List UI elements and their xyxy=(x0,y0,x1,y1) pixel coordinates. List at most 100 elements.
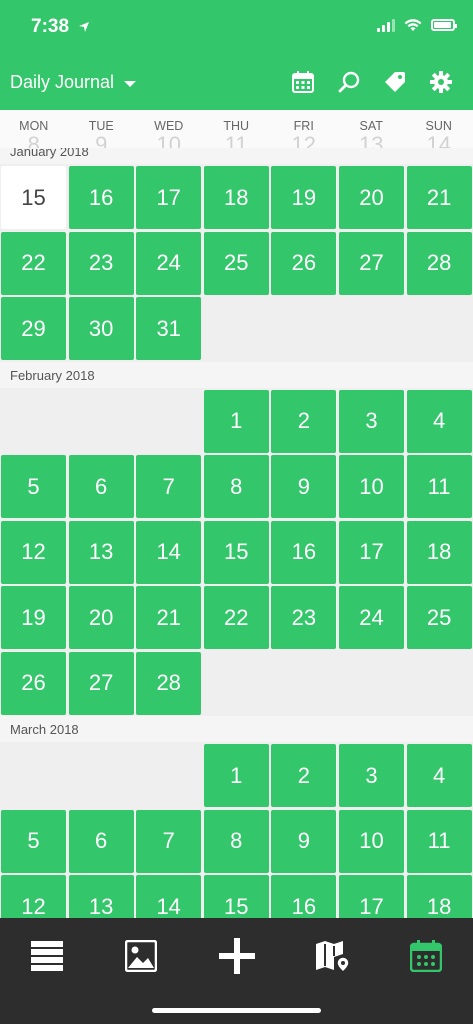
calendar-day[interactable]: 26 xyxy=(1,651,66,715)
calendar-day[interactable]: 11 xyxy=(406,809,472,873)
calendar-day[interactable]: 12 xyxy=(1,875,66,918)
calendar-day[interactable]: 25 xyxy=(203,231,269,295)
calendar-day[interactable]: 5 xyxy=(1,809,66,873)
calendar-day[interactable]: 22 xyxy=(1,231,66,295)
calendar-day[interactable]: 27 xyxy=(339,231,404,295)
calendar-day[interactable]: 28 xyxy=(136,651,202,715)
calendar-day[interactable]: 8 xyxy=(203,455,269,518)
calendar-day[interactable]: 14 xyxy=(136,520,202,584)
month-grid: 1 2 3 4 5 6 7 8 9 10 11 12 13 14 15 16 17 18 19 20 21 22 23 24 2… xyxy=(0,388,473,716)
tag-icon xyxy=(385,72,405,92)
calendar-day[interactable]: 21 xyxy=(136,586,202,649)
calendar-day[interactable]: 13 xyxy=(68,875,134,918)
calendar-day[interactable]: 19 xyxy=(271,166,337,229)
calendar-day[interactable]: 3 xyxy=(339,389,404,453)
calendar-day[interactable]: 2 xyxy=(271,744,337,807)
chevron-down-icon xyxy=(124,81,137,87)
calendar-day[interactable]: 9 xyxy=(271,455,337,518)
wifi-icon xyxy=(404,18,422,31)
calendar-day[interactable]: 4 xyxy=(406,744,472,807)
calendar-icon xyxy=(292,71,314,93)
gear-icon xyxy=(430,71,452,93)
settings-button[interactable] xyxy=(429,70,453,94)
tab-map[interactable] xyxy=(313,936,353,976)
calendar-day[interactable]: 14 xyxy=(136,875,202,918)
month-header: March 2018 xyxy=(0,716,473,742)
month-label: February 2018 xyxy=(10,367,95,383)
cellular-signal-icon xyxy=(377,18,395,32)
calendar-day[interactable]: 2 xyxy=(271,389,337,453)
month-grid: 15 16 17 18 19 20 21 22 23 24 25 26 27 28 29 30 31 xyxy=(0,165,473,362)
journal-selector[interactable]: Daily Journal xyxy=(10,72,137,93)
calendar-day[interactable]: 12 xyxy=(1,520,66,584)
calendar-day[interactable]: 6 xyxy=(68,455,134,518)
calendar-day[interactable]: 8 xyxy=(203,809,269,873)
add-entry-icon xyxy=(219,938,255,974)
calendar-day[interactable]: 23 xyxy=(271,586,337,649)
calendar-day[interactable]: 17 xyxy=(339,520,404,584)
calendar-day[interactable]: 17 xyxy=(339,875,404,918)
calendar-day[interactable]: 21 xyxy=(406,166,472,229)
calendar-day[interactable]: 9 xyxy=(271,809,337,873)
calendar-day[interactable]: 16 xyxy=(271,875,337,918)
tab-add-entry[interactable] xyxy=(217,936,257,976)
calendar-day[interactable]: 18 xyxy=(406,520,472,584)
calendar-view-button[interactable] xyxy=(291,70,315,94)
calendar-day[interactable]: 16 xyxy=(68,166,134,229)
photos-icon xyxy=(125,940,157,972)
calendar-day[interactable]: 11 xyxy=(406,455,472,518)
month-label: March 2018 xyxy=(10,722,79,737)
tab-photos[interactable] xyxy=(121,936,161,976)
home-indicator xyxy=(152,1008,321,1013)
calendar-day[interactable]: 10 xyxy=(339,455,404,518)
calendar-day[interactable]: 3 xyxy=(339,744,404,807)
month-header: February 2018 xyxy=(0,361,473,388)
status-indicators xyxy=(377,18,457,32)
search-icon xyxy=(338,71,360,93)
calendar-day[interactable]: 19 xyxy=(1,586,66,649)
calendar-day[interactable]: 31 xyxy=(136,297,202,360)
calendar-day[interactable]: 10 xyxy=(339,809,404,873)
calendar-day[interactable]: 15 xyxy=(203,520,269,584)
calendar-day[interactable]: 28 xyxy=(406,231,472,295)
journal-title: Daily Journal xyxy=(10,72,115,92)
calendar-day[interactable]: 18 xyxy=(203,166,269,229)
calendar-day[interactable]: 1 xyxy=(203,389,269,453)
calendar-day[interactable]: 17 xyxy=(136,166,202,229)
month-label: January 2018 xyxy=(10,148,89,159)
month-header: January 2018 xyxy=(0,148,473,164)
calendar-day[interactable]: 1 xyxy=(203,744,269,807)
battery-icon xyxy=(431,19,457,31)
map-icon xyxy=(316,941,350,972)
tab-calendar[interactable] xyxy=(406,936,446,976)
calendar-day[interactable]: 15 xyxy=(1,166,66,229)
calendar-day[interactable]: 4 xyxy=(406,389,472,453)
calendar-day[interactable]: 13 xyxy=(68,520,134,584)
calendar-tab-icon xyxy=(410,940,442,972)
calendar-day[interactable]: 20 xyxy=(68,586,134,649)
calendar-day[interactable]: 22 xyxy=(203,586,269,649)
calendar-day[interactable]: 26 xyxy=(271,231,337,295)
calendar-day[interactable]: 23 xyxy=(68,231,134,295)
calendar-day[interactable]: 6 xyxy=(68,809,134,873)
status-time: 7:38 xyxy=(31,16,70,37)
calendar-scroll-area[interactable]: January 2018 15 16 17 18 19 20 21 22 23 24 25 26 27 28… xyxy=(0,148,473,918)
calendar-day[interactable]: 25 xyxy=(406,586,472,649)
month-grid: 1 2 3 4 5 6 7 8 9 10 11 12 13 14 15 16 17 18 xyxy=(0,743,473,918)
calendar-day[interactable]: 5 xyxy=(1,455,66,518)
tags-button[interactable] xyxy=(383,70,407,94)
calendar-day[interactable]: 7 xyxy=(136,809,202,873)
calendar-day[interactable]: 7 xyxy=(136,455,202,518)
header-toolbar xyxy=(291,70,453,94)
calendar-day[interactable]: 27 xyxy=(68,651,134,715)
calendar-day[interactable]: 15 xyxy=(203,875,269,918)
calendar-day[interactable]: 24 xyxy=(339,586,404,649)
search-button[interactable] xyxy=(337,70,361,94)
calendar-day[interactable]: 16 xyxy=(271,520,337,584)
calendar-day[interactable]: 24 xyxy=(136,231,202,295)
tab-timeline[interactable] xyxy=(27,936,67,976)
calendar-day[interactable]: 29 xyxy=(1,297,66,360)
calendar-day[interactable]: 18 xyxy=(406,875,472,918)
calendar-day[interactable]: 30 xyxy=(68,297,134,360)
calendar-day[interactable]: 20 xyxy=(339,166,404,229)
